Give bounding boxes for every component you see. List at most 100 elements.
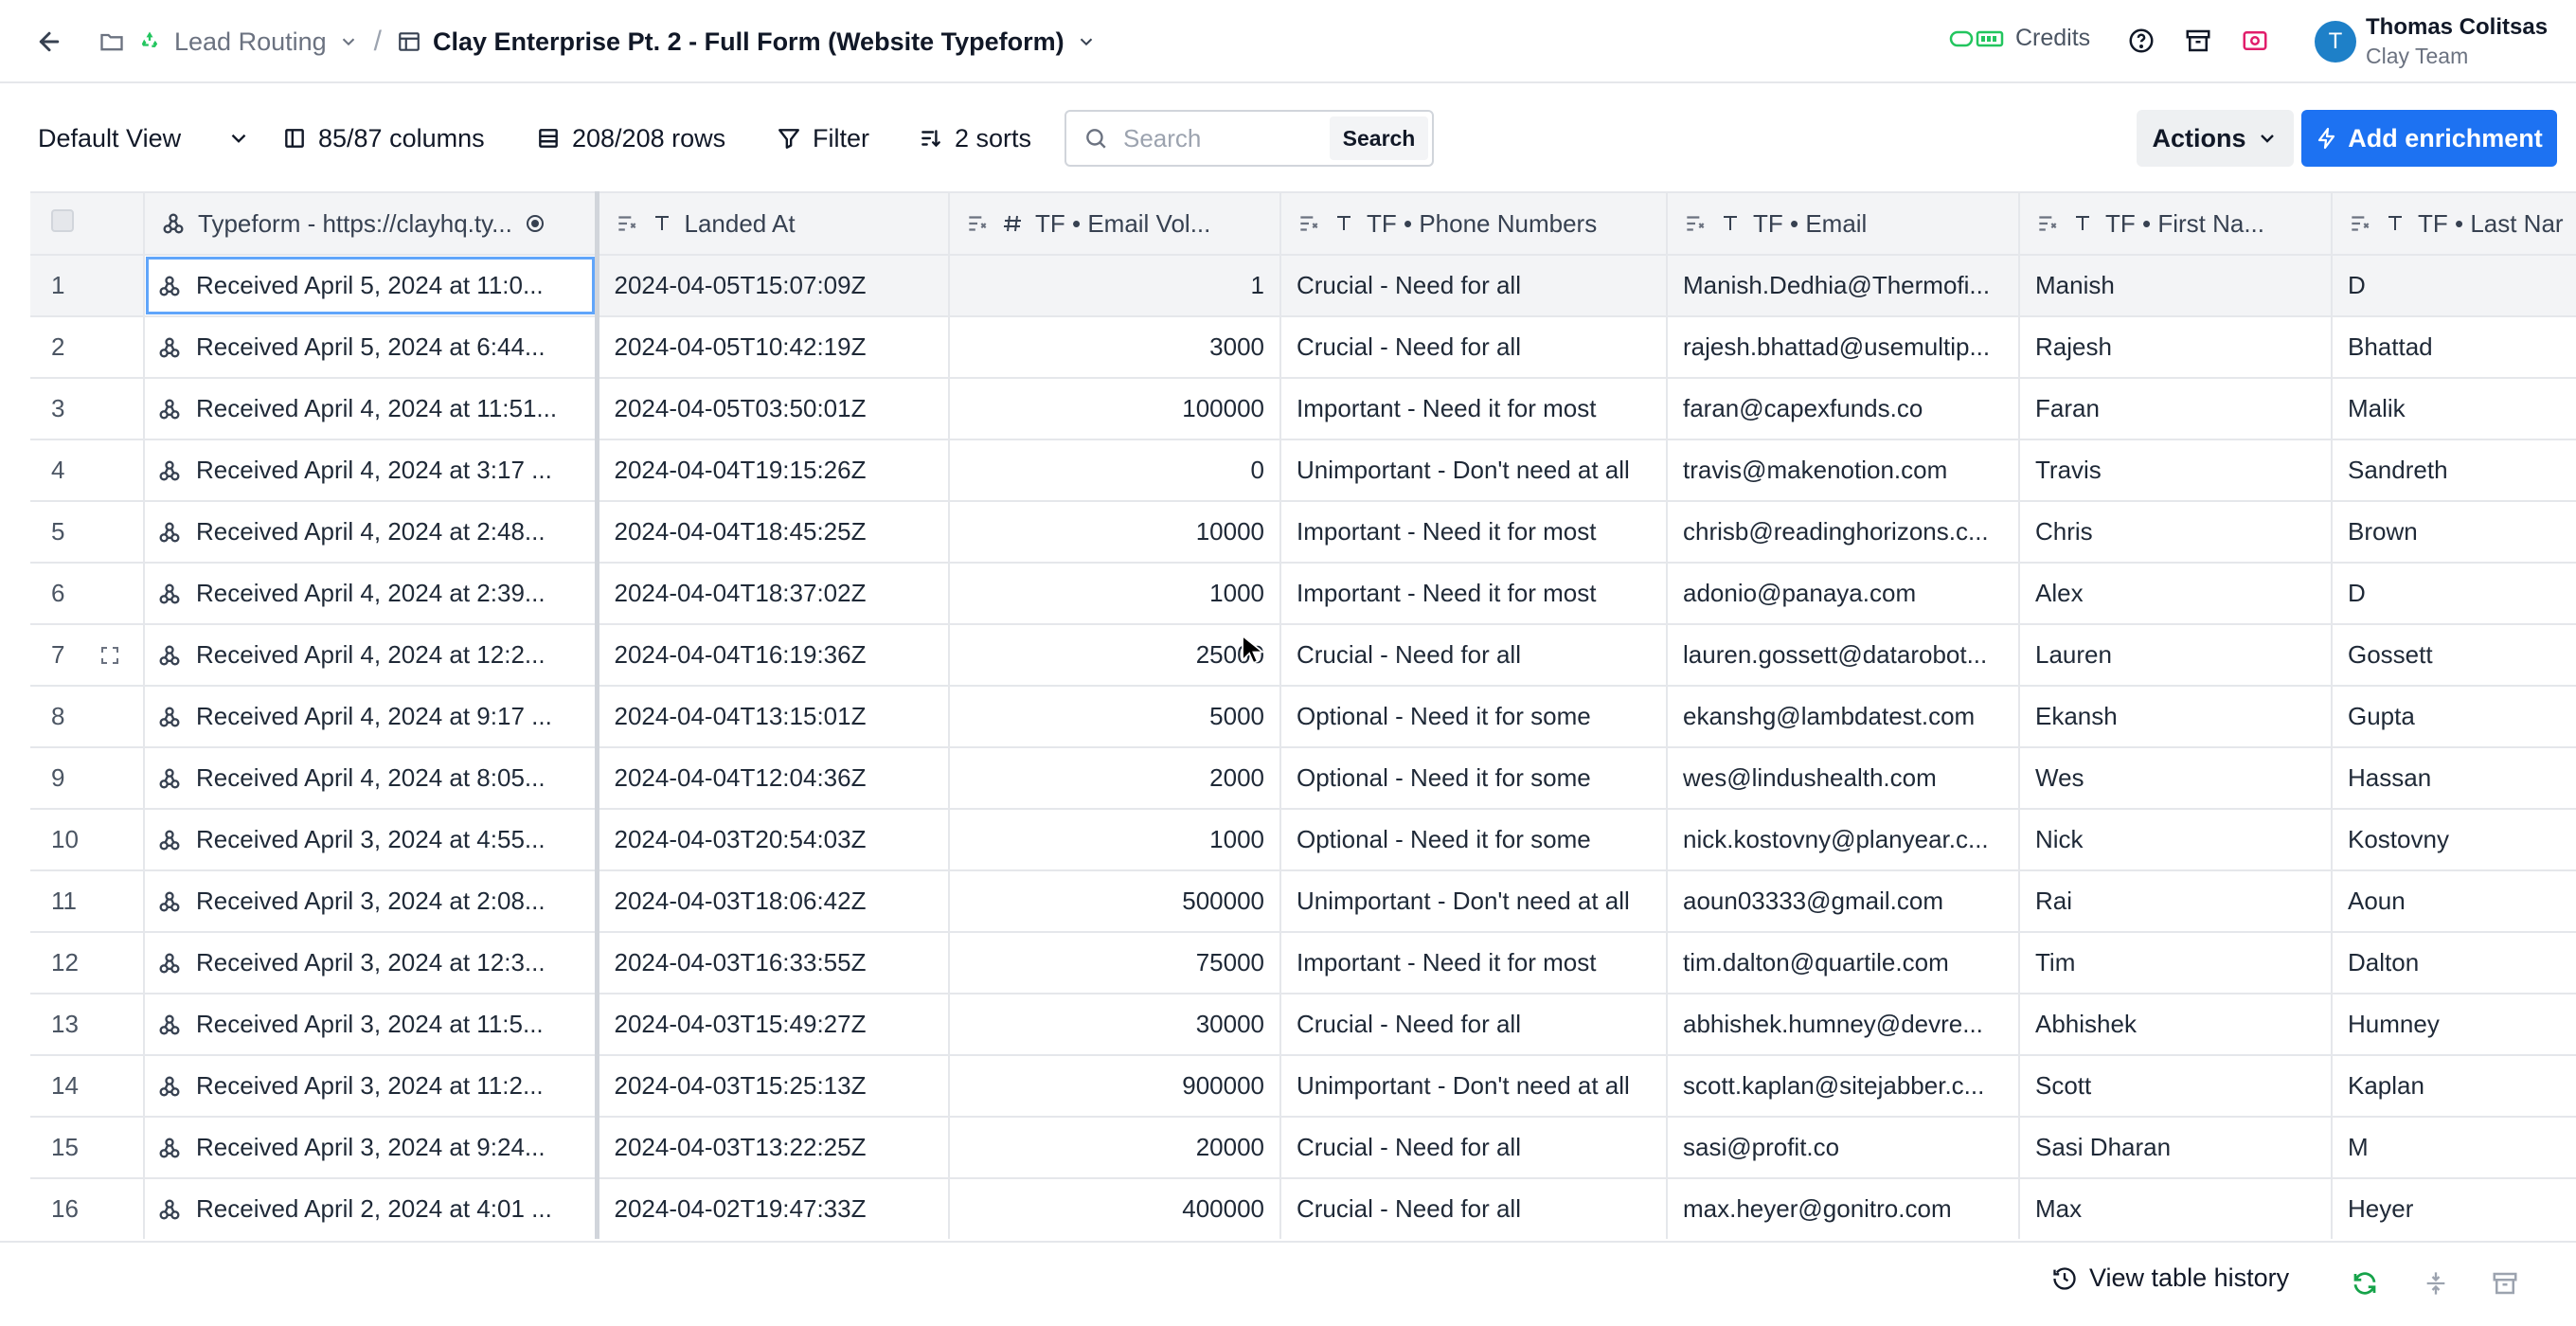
actions-button[interactable]: Actions (2137, 110, 2294, 167)
column-header-email-volume[interactable]: TF • Email Vol... (949, 191, 1281, 256)
cell-last-name[interactable]: Dalton (2332, 932, 2576, 994)
cell-email[interactable]: sasi@profit.co (1667, 1117, 2020, 1179)
cell-last-name[interactable]: Heyer (2332, 1178, 2576, 1239)
cell-email[interactable]: lauren.gossett@datarobot... (1667, 624, 2020, 687)
table-row[interactable]: 14 Received April 3, 2024 at 11:2... 2024-… (30, 1055, 2576, 1118)
select-all-cell[interactable] (30, 191, 145, 256)
cell-last-name[interactable]: Aoun (2332, 870, 2576, 933)
cell-landed-at[interactable]: 2024-04-03T15:25:13Z (597, 1055, 950, 1118)
chevron-down-icon[interactable] (1076, 31, 1097, 52)
cell-landed-at[interactable]: 2024-04-05T15:07:09Z (597, 255, 950, 317)
cell-phone-numbers[interactable]: Important - Need it for most (1280, 563, 1668, 625)
cell-first-name[interactable]: Rai (2019, 870, 2333, 933)
cell-email-volume[interactable]: 10000 (949, 501, 1281, 564)
row-number[interactable]: 9 (30, 747, 145, 810)
row-number[interactable]: 6 (30, 563, 145, 625)
table-row[interactable]: 4 Received April 4, 2024 at 3:17 ... 2024-… (30, 439, 2576, 502)
cell-landed-at[interactable]: 2024-04-03T16:33:55Z (597, 932, 950, 994)
column-header-last-name[interactable]: TF • Last Nar (2332, 191, 2576, 256)
column-header-phone-numbers[interactable]: TF • Phone Numbers (1280, 191, 1668, 256)
cell-email[interactable]: ekanshg@lambdatest.com (1667, 686, 2020, 748)
cell-phone-numbers[interactable]: Optional - Need it for some (1280, 809, 1668, 871)
cell-phone-numbers[interactable]: Important - Need it for most (1280, 378, 1668, 440)
view-selector[interactable]: Default View (38, 85, 251, 191)
table-row[interactable]: 3 Received April 4, 2024 at 11:51... 2024-… (30, 378, 2576, 440)
cell-landed-at[interactable]: 2024-04-04T18:45:25Z (597, 501, 950, 564)
cell-phone-numbers[interactable]: Crucial - Need for all (1280, 624, 1668, 687)
sorts-button[interactable]: 2 sorts (919, 85, 1031, 191)
cell-email-volume[interactable]: 20000 (949, 1117, 1281, 1179)
help-button[interactable] (2127, 27, 2156, 60)
cell-email-volume[interactable]: 1000 (949, 809, 1281, 871)
row-number[interactable]: 13 (30, 994, 145, 1056)
cell-typeform[interactable]: Received April 4, 2024 at 3:17 ... (144, 439, 599, 502)
cell-email-volume[interactable]: 75000 (949, 932, 1281, 994)
row-number[interactable]: 16 (30, 1178, 145, 1239)
cell-phone-numbers[interactable]: Crucial - Need for all (1280, 1178, 1668, 1239)
cell-landed-at[interactable]: 2024-04-04T13:15:01Z (597, 686, 950, 748)
archive-rows-button[interactable] (2491, 1269, 2519, 1302)
cell-email[interactable]: nick.kostovny@planyear.c... (1667, 809, 2020, 871)
cell-email-volume[interactable]: 2000 (949, 747, 1281, 810)
cell-phone-numbers[interactable]: Important - Need it for most (1280, 501, 1668, 564)
cell-last-name[interactable]: M (2332, 1117, 2576, 1179)
cell-landed-at[interactable]: 2024-04-04T12:04:36Z (597, 747, 950, 810)
cell-last-name[interactable]: Kaplan (2332, 1055, 2576, 1118)
table-row[interactable]: 5 Received April 4, 2024 at 2:48... 2024-0… (30, 501, 2576, 564)
refresh-button[interactable] (2351, 1269, 2379, 1302)
cell-first-name[interactable]: Nick (2019, 809, 2333, 871)
cell-first-name[interactable]: Chris (2019, 501, 2333, 564)
cell-email[interactable]: scott.kaplan@sitejabber.c... (1667, 1055, 2020, 1118)
credits-indicator[interactable]: Credits (1949, 25, 2090, 52)
user-info[interactable]: Thomas Colitsas Clay Team (2366, 13, 2548, 70)
cell-email-volume[interactable]: 900000 (949, 1055, 1281, 1118)
cell-typeform[interactable]: Received April 5, 2024 at 6:44... (144, 316, 599, 379)
add-enrichment-button[interactable]: Add enrichment (2301, 110, 2557, 167)
cell-last-name[interactable]: Bhattad (2332, 316, 2576, 379)
cell-phone-numbers[interactable]: Crucial - Need for all (1280, 255, 1668, 317)
cell-email-volume[interactable]: 1000 (949, 563, 1281, 625)
row-number[interactable]: 7 (30, 624, 145, 687)
cell-typeform[interactable]: Received April 5, 2024 at 11:0... (144, 255, 599, 317)
cell-typeform[interactable]: Received April 4, 2024 at 12:2... (144, 624, 599, 687)
cell-first-name[interactable]: Wes (2019, 747, 2333, 810)
cell-landed-at[interactable]: 2024-04-05T10:42:19Z (597, 316, 950, 379)
cell-typeform[interactable]: Received April 3, 2024 at 11:2... (144, 1055, 599, 1118)
back-button[interactable] (32, 25, 66, 59)
breadcrumb-table[interactable]: Clay Enterprise Pt. 2 - Full Form (Websi… (433, 27, 1064, 57)
cell-typeform[interactable]: Received April 3, 2024 at 9:24... (144, 1117, 599, 1179)
cell-typeform[interactable]: Received April 4, 2024 at 2:48... (144, 501, 599, 564)
view-table-history-button[interactable]: View table history (2051, 1263, 2289, 1293)
cell-phone-numbers[interactable]: Optional - Need it for some (1280, 686, 1668, 748)
cell-email-volume[interactable]: 0 (949, 439, 1281, 502)
cell-typeform[interactable]: Received April 4, 2024 at 2:39... (144, 563, 599, 625)
chevron-down-icon[interactable] (338, 31, 359, 52)
table-row[interactable]: 2 Received April 5, 2024 at 6:44... 2024-0… (30, 316, 2576, 379)
table-row[interactable]: 6 Received April 4, 2024 at 2:39... 2024-0… (30, 563, 2576, 625)
filter-button[interactable]: Filter (777, 85, 869, 191)
cell-phone-numbers[interactable]: Crucial - Need for all (1280, 316, 1668, 379)
cell-first-name[interactable]: Manish (2019, 255, 2333, 317)
cell-phone-numbers[interactable]: Unimportant - Don't need at all (1280, 1055, 1668, 1118)
cell-email[interactable]: aoun03333@gmail.com (1667, 870, 2020, 933)
cell-first-name[interactable]: Alex (2019, 563, 2333, 625)
cell-last-name[interactable]: D (2332, 563, 2576, 625)
cell-first-name[interactable]: Scott (2019, 1055, 2333, 1118)
cell-typeform[interactable]: Received April 4, 2024 at 9:17 ... (144, 686, 599, 748)
cell-first-name[interactable]: Rajesh (2019, 316, 2333, 379)
cell-landed-at[interactable]: 2024-04-04T18:37:02Z (597, 563, 950, 625)
row-number[interactable]: 15 (30, 1117, 145, 1179)
row-number[interactable]: 10 (30, 809, 145, 871)
cell-last-name[interactable]: Malik (2332, 378, 2576, 440)
cell-landed-at[interactable]: 2024-04-04T16:19:36Z (597, 624, 950, 687)
table-row[interactable]: 12 Received April 3, 2024 at 12:3... 2024-… (30, 932, 2576, 994)
cell-email[interactable]: adonio@panaya.com (1667, 563, 2020, 625)
columns-button[interactable]: 85/87 columns (282, 85, 485, 191)
table-row[interactable]: 15 Received April 3, 2024 at 9:24... 2024-… (30, 1117, 2576, 1179)
cell-email[interactable]: Manish.Dedhia@Thermofi... (1667, 255, 2020, 317)
cell-last-name[interactable]: Humney (2332, 994, 2576, 1056)
cell-last-name[interactable]: Gupta (2332, 686, 2576, 748)
row-number[interactable]: 1 (30, 255, 145, 317)
cell-email-volume[interactable]: 1 (949, 255, 1281, 317)
cell-last-name[interactable]: Sandreth (2332, 439, 2576, 502)
